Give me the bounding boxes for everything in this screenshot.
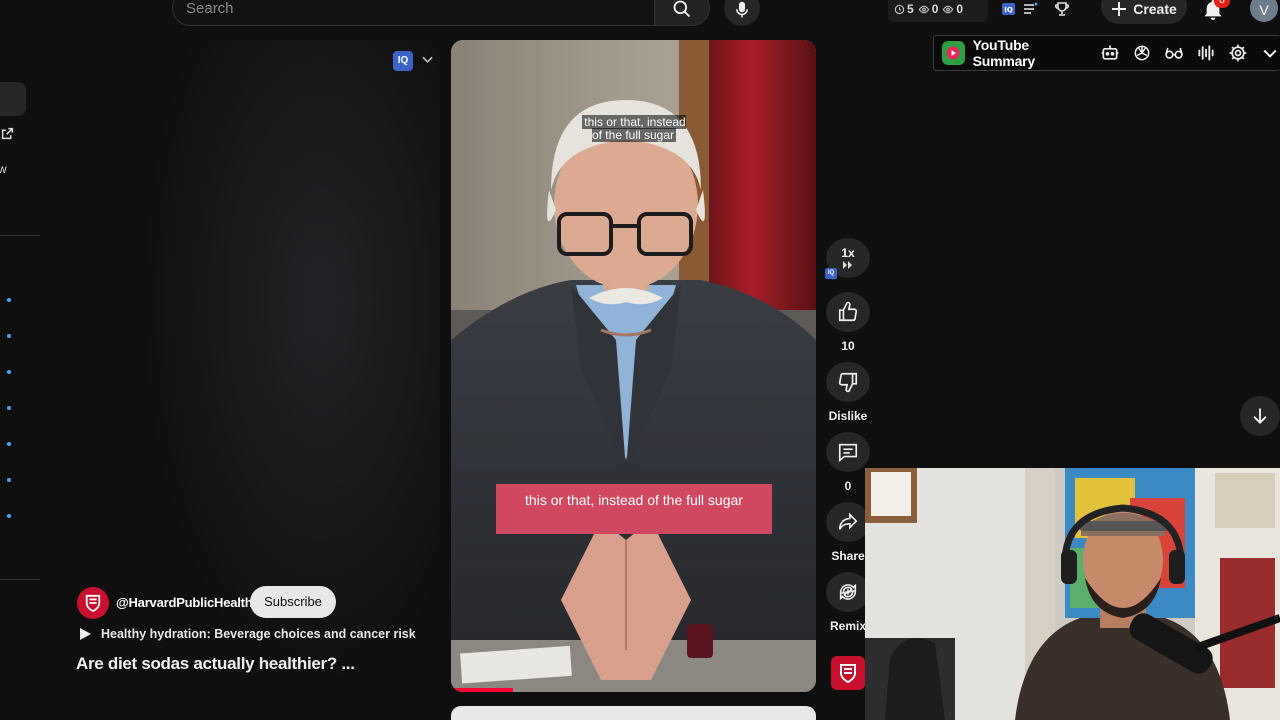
thumbs-up-icon xyxy=(838,301,858,322)
views-count-a: 0 xyxy=(931,2,939,16)
eye-icon xyxy=(918,5,929,13)
chevron-down-icon[interactable] xyxy=(1260,43,1280,63)
sidebar-partial-label: w xyxy=(0,162,7,176)
harvard-shield-icon xyxy=(840,664,856,683)
iq-dropdown[interactable] xyxy=(422,56,433,64)
svg-text:IQ: IQ xyxy=(1004,6,1013,14)
external-link-icon xyxy=(1,127,14,140)
sound-source-thumbnail[interactable] xyxy=(831,656,865,690)
short-title[interactable]: Are diet sodas actually healthier? ... xyxy=(76,654,355,674)
iq-icon: IQ xyxy=(1002,3,1015,15)
webcam-frame xyxy=(865,468,1280,720)
trophy-icon xyxy=(1054,2,1070,16)
account-avatar[interactable]: V xyxy=(1250,0,1278,22)
next-short-preview[interactable] xyxy=(451,706,816,720)
next-short-button[interactable] xyxy=(1240,396,1280,436)
channel-avatar[interactable] xyxy=(77,587,109,619)
fast-forward-icon xyxy=(842,261,852,269)
channel-handle[interactable]: @HarvardPublicHealth xyxy=(116,595,253,610)
sidebar-live-dot xyxy=(7,478,11,482)
dislike-button[interactable] xyxy=(826,362,870,402)
create-label: Create xyxy=(1133,1,1177,17)
chevron-down-icon xyxy=(422,56,433,64)
create-button[interactable]: Create xyxy=(1101,0,1187,24)
sidebar-divider xyxy=(0,579,40,580)
watch-later-count: 5 xyxy=(907,2,914,16)
playback-speed-label: 1x xyxy=(841,246,855,260)
queue-extension-icon[interactable] xyxy=(1022,1,1038,17)
dislike-label: Dislike xyxy=(828,409,868,423)
iq-button[interactable]: IQ xyxy=(393,51,413,71)
chatgpt-icon[interactable] xyxy=(1132,43,1152,63)
robot-icon[interactable] xyxy=(1100,43,1120,63)
harvard-shield-icon xyxy=(85,594,101,612)
trophy-extension-icon[interactable] xyxy=(1054,1,1070,17)
shorts-video-player[interactable]: this or that, instead of the full sugar … xyxy=(451,40,816,692)
plus-icon xyxy=(1112,2,1127,16)
clock-icon xyxy=(894,4,905,14)
auto-caption-overlay: this or that, instead of the full sugar xyxy=(582,115,686,142)
audio-wave-icon[interactable] xyxy=(1196,43,1216,63)
views-count-b: 0 xyxy=(956,2,964,16)
sidebar-active-item[interactable] xyxy=(0,82,26,116)
sidebar-live-dot xyxy=(7,406,11,410)
like-button[interactable] xyxy=(826,292,870,332)
youtube-summary-title: YouTube Summary xyxy=(972,37,1036,69)
playlist-title: Healthy hydration: Beverage choices and … xyxy=(101,627,416,641)
youtube-summary-bar[interactable]: YouTube Summary xyxy=(933,35,1280,71)
settings-icon[interactable] xyxy=(1228,43,1248,63)
sidebar-live-dot xyxy=(7,370,11,374)
sidebar-live-dot xyxy=(7,334,11,338)
views-stat-a: 0 xyxy=(918,2,939,16)
burned-in-caption-banner: this or that, instead of the full sugar xyxy=(496,484,772,534)
search-input[interactable] xyxy=(186,0,626,17)
watch-later-stat: 5 xyxy=(894,2,914,16)
arrow-down-icon xyxy=(1253,408,1267,424)
list-icon xyxy=(1024,2,1038,14)
share-icon xyxy=(838,512,858,530)
share-button[interactable] xyxy=(826,502,870,542)
microphone-icon xyxy=(736,1,748,18)
webcam-overlay xyxy=(865,468,1280,720)
remix-button[interactable] xyxy=(826,572,870,612)
notification-badge: 8 xyxy=(1214,0,1230,8)
glasses-icon[interactable] xyxy=(1164,43,1184,63)
thumbs-down-icon xyxy=(838,372,858,393)
comments-button[interactable] xyxy=(826,432,870,472)
sidebar-divider xyxy=(0,235,40,236)
youtube-summary-logo-icon xyxy=(942,41,965,65)
views-stat-b: 0 xyxy=(942,2,963,16)
sidebar-live-dot xyxy=(7,442,11,446)
extension-stats[interactable]: 5 0 0 xyxy=(888,0,988,22)
sidebar-live-dot xyxy=(7,298,11,302)
search-icon xyxy=(673,0,691,18)
subscribe-button[interactable]: Subscribe xyxy=(250,586,336,618)
iq-badge-icon: IQ xyxy=(825,268,837,279)
voice-search-button[interactable] xyxy=(724,0,760,26)
playlist-link[interactable]: Healthy hydration: Beverage choices and … xyxy=(78,627,416,641)
remix-icon xyxy=(839,583,857,601)
search-button[interactable] xyxy=(654,0,710,26)
comment-icon xyxy=(838,443,858,462)
play-icon xyxy=(80,628,91,640)
iq-extension-icon[interactable]: IQ xyxy=(1001,1,1017,17)
eye-icon xyxy=(943,5,954,13)
sidebar-live-dot xyxy=(7,514,11,518)
sidebar-external-link[interactable] xyxy=(1,127,14,140)
playback-progress-bar[interactable] xyxy=(451,688,514,692)
like-count: 10 xyxy=(841,339,855,353)
